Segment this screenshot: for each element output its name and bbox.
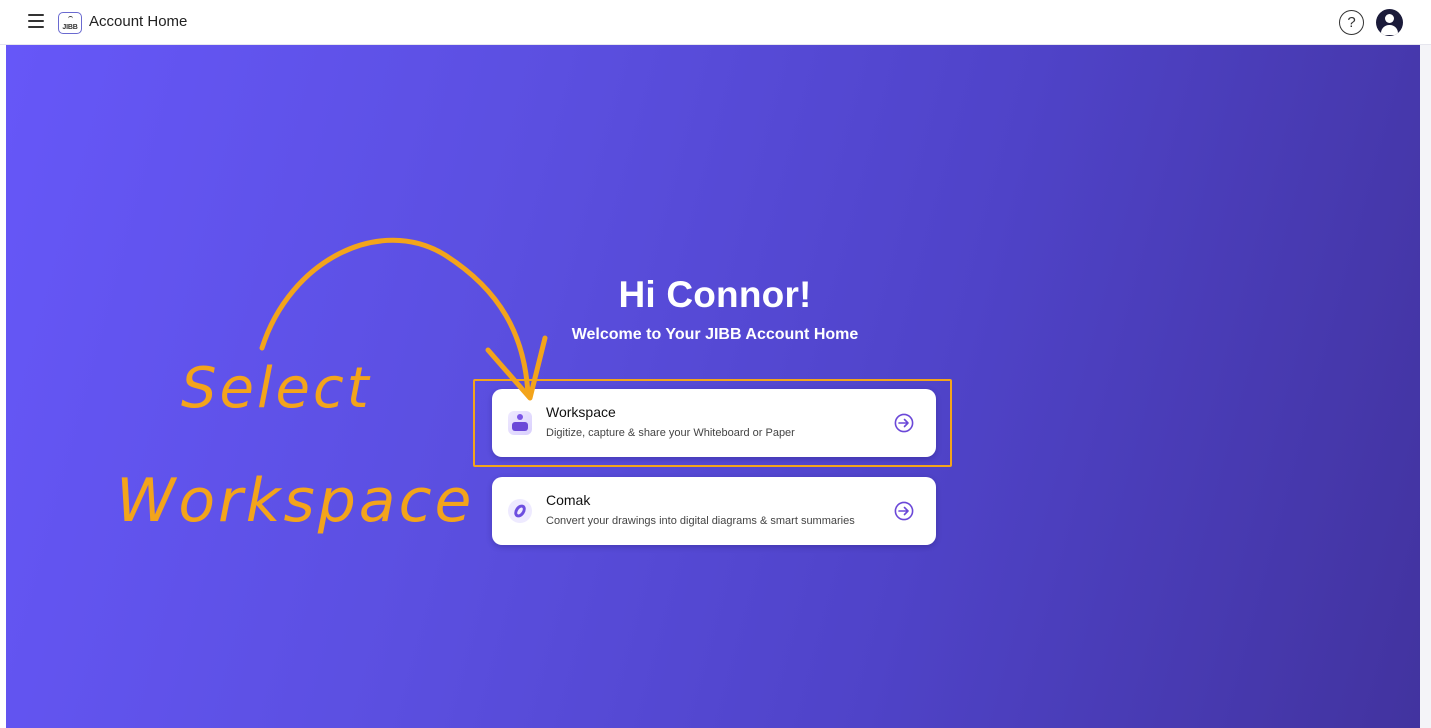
- annotation-select-text: Select: [181, 356, 372, 421]
- annotation-workspace-text: Workspace: [116, 466, 475, 536]
